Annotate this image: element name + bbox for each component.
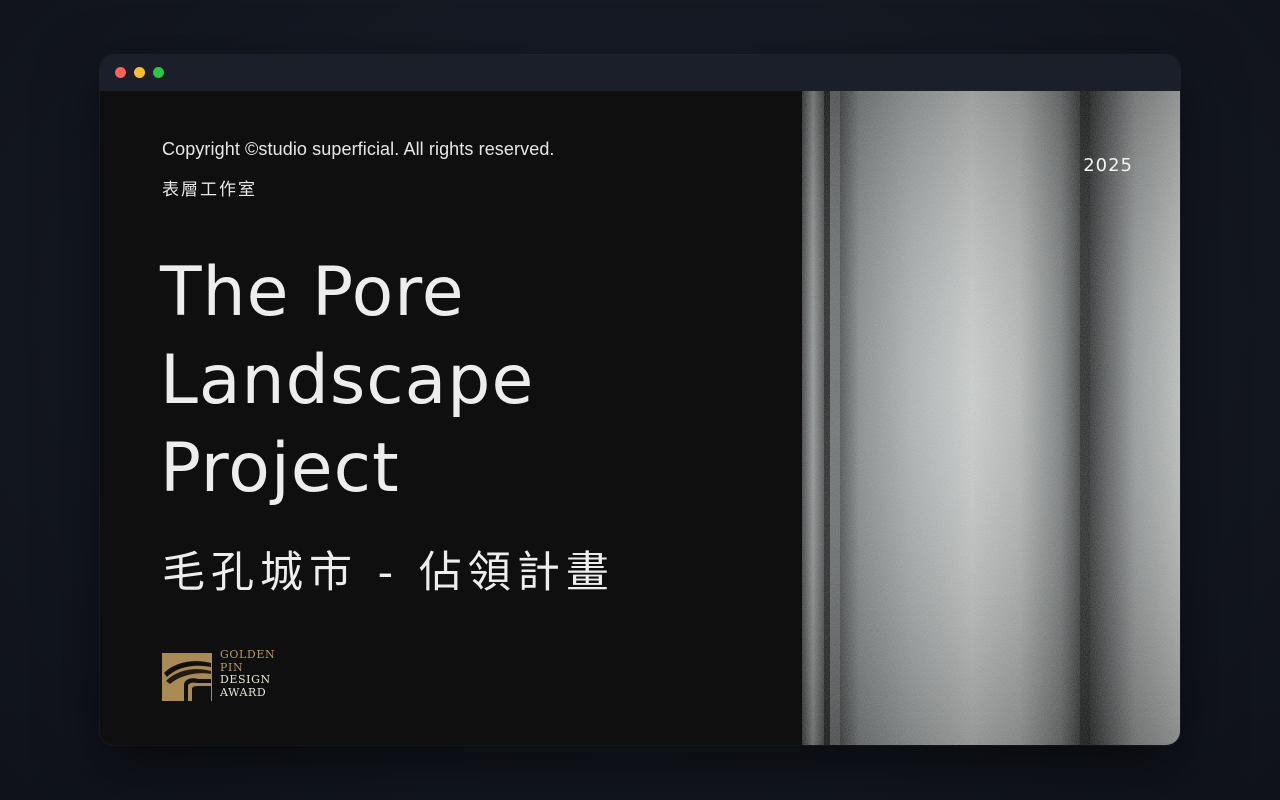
title-line-2: Landscape [160,341,535,420]
studio-name-cn: 表層工作室 [162,180,257,200]
page-subtitle-cn: 毛孔城市 - 佔領計畫 [162,548,615,598]
window-titlebar [100,55,1180,92]
hero-text-panel: Copyright ©studio superficial. All right… [100,91,802,745]
page-title: The Pore Landscape Project [160,249,534,513]
year-label: 2025 [1083,155,1133,176]
zoom-window-button[interactable] [153,67,164,78]
golden-pin-award-badge[interactable]: GOLDEN PIN DESIGN AWARD [162,648,322,701]
title-line-1: The Pore [160,253,465,332]
award-text: GOLDEN PIN DESIGN AWARD [220,648,276,699]
hero-section: Copyright ©studio superficial. All right… [100,91,1180,745]
award-line-design: DESIGN [220,673,271,686]
close-window-button[interactable] [115,67,126,78]
award-line-award: AWARD [220,685,267,699]
hero-image-panel: 2025 [802,91,1180,745]
title-line-3: Project [160,429,400,508]
golden-pin-logo-icon [162,653,212,701]
metal-pipes-image [802,91,1180,745]
award-line-golden: GOLDEN [220,648,276,661]
copyright-text: Copyright ©studio superficial. All right… [162,139,555,159]
browser-window: Copyright ©studio superficial. All right… [100,55,1180,745]
minimize-window-button[interactable] [134,67,145,78]
